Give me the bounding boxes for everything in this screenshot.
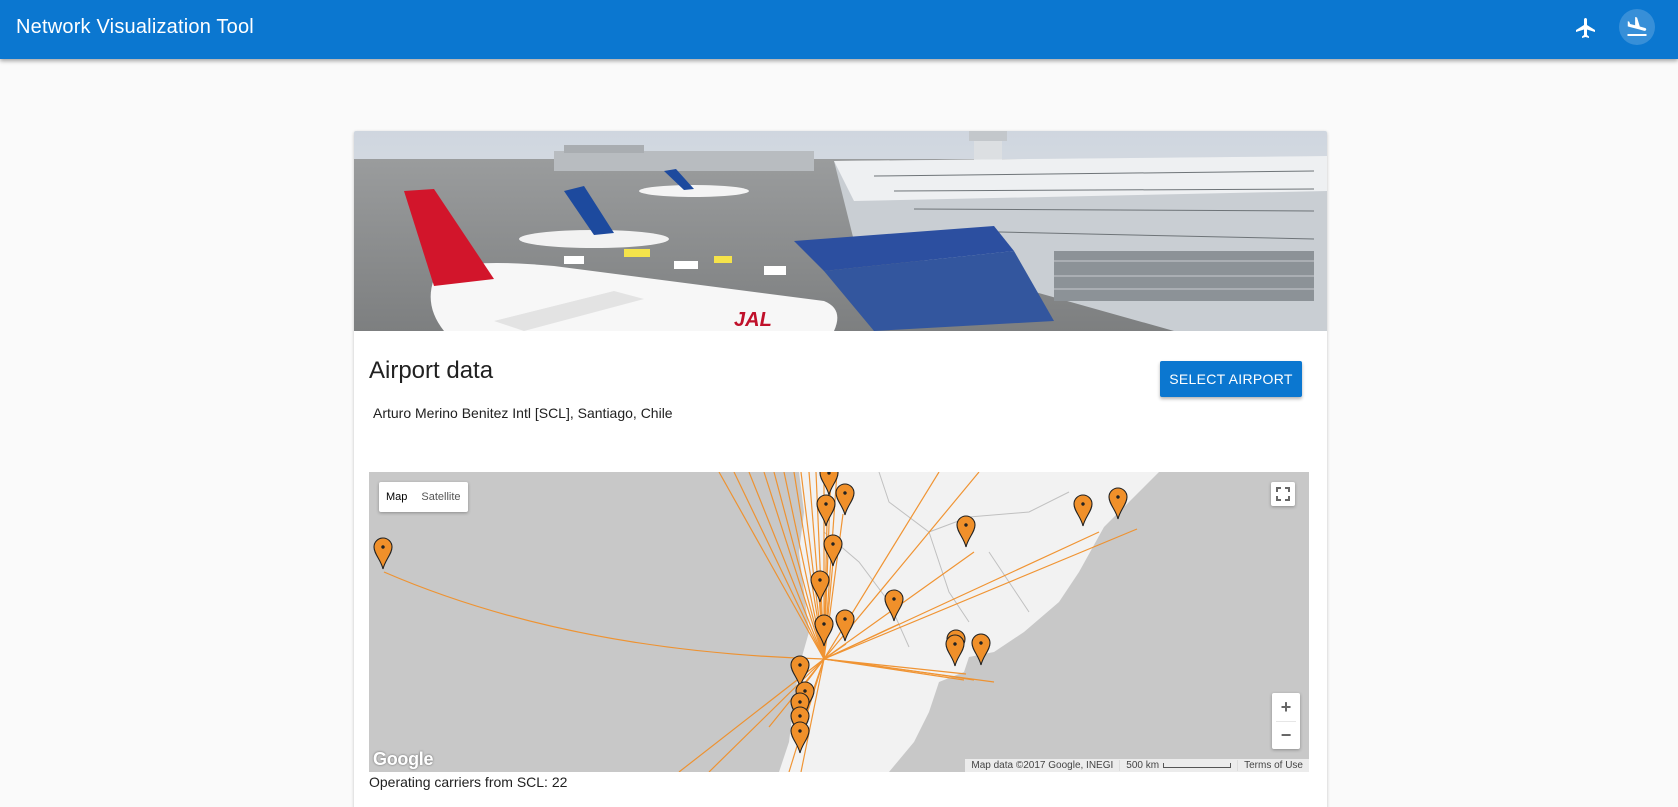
fullscreen-button[interactable] bbox=[1271, 482, 1295, 506]
scale-bar bbox=[1163, 762, 1232, 768]
zoom-divider bbox=[1276, 721, 1296, 722]
map-canvas[interactable] bbox=[369, 472, 1309, 772]
map-attribution: Map data ©2017 Google, INEGI 500 km Term… bbox=[965, 759, 1309, 772]
flight-button[interactable] bbox=[1568, 10, 1604, 46]
map-scale-label: 500 km bbox=[1126, 760, 1160, 771]
airplane-icon bbox=[1576, 18, 1595, 38]
zoom-control: + − bbox=[1272, 693, 1300, 749]
app-bar: Network Visualization Tool bbox=[0, 0, 1678, 59]
airport-terminal-photo: JAL bbox=[354, 131, 1327, 331]
terms-of-use-link[interactable]: Terms of Use bbox=[1237, 760, 1309, 771]
selected-airport-label: Arturo Merino Benitez Intl [SCL], Santia… bbox=[373, 405, 673, 421]
svg-text:JAL: JAL bbox=[734, 309, 772, 331]
flight-land-icon bbox=[1627, 17, 1647, 36]
select-airport-button[interactable]: SELECT AIRPORT bbox=[1160, 361, 1302, 397]
route-map[interactable]: Map Satellite + − Google Map data ©2017 … bbox=[369, 472, 1309, 772]
app-title: Network Visualization Tool bbox=[16, 16, 254, 38]
card-title: Airport data bbox=[369, 357, 494, 384]
map-type-control: Map Satellite bbox=[379, 482, 468, 512]
zoom-out-button[interactable]: − bbox=[1272, 721, 1300, 749]
map-data-credit: Map data ©2017 Google, INEGI bbox=[971, 760, 1114, 771]
zoom-in-button[interactable]: + bbox=[1272, 693, 1300, 721]
google-logo: Google bbox=[373, 749, 434, 769]
airport-card: JAL Airport data Arturo Merino Benitez I… bbox=[354, 131, 1327, 807]
operating-carriers-count: Operating carriers from SCL: 22 bbox=[369, 774, 568, 790]
flight-land-button[interactable] bbox=[1619, 9, 1655, 45]
map-scale[interactable]: 500 km bbox=[1119, 760, 1237, 771]
map-type-map-button[interactable]: Map bbox=[379, 482, 414, 512]
airport-hero-image: JAL bbox=[354, 131, 1327, 331]
fullscreen-icon bbox=[1276, 487, 1290, 501]
map-type-satellite-button[interactable]: Satellite bbox=[414, 482, 467, 512]
